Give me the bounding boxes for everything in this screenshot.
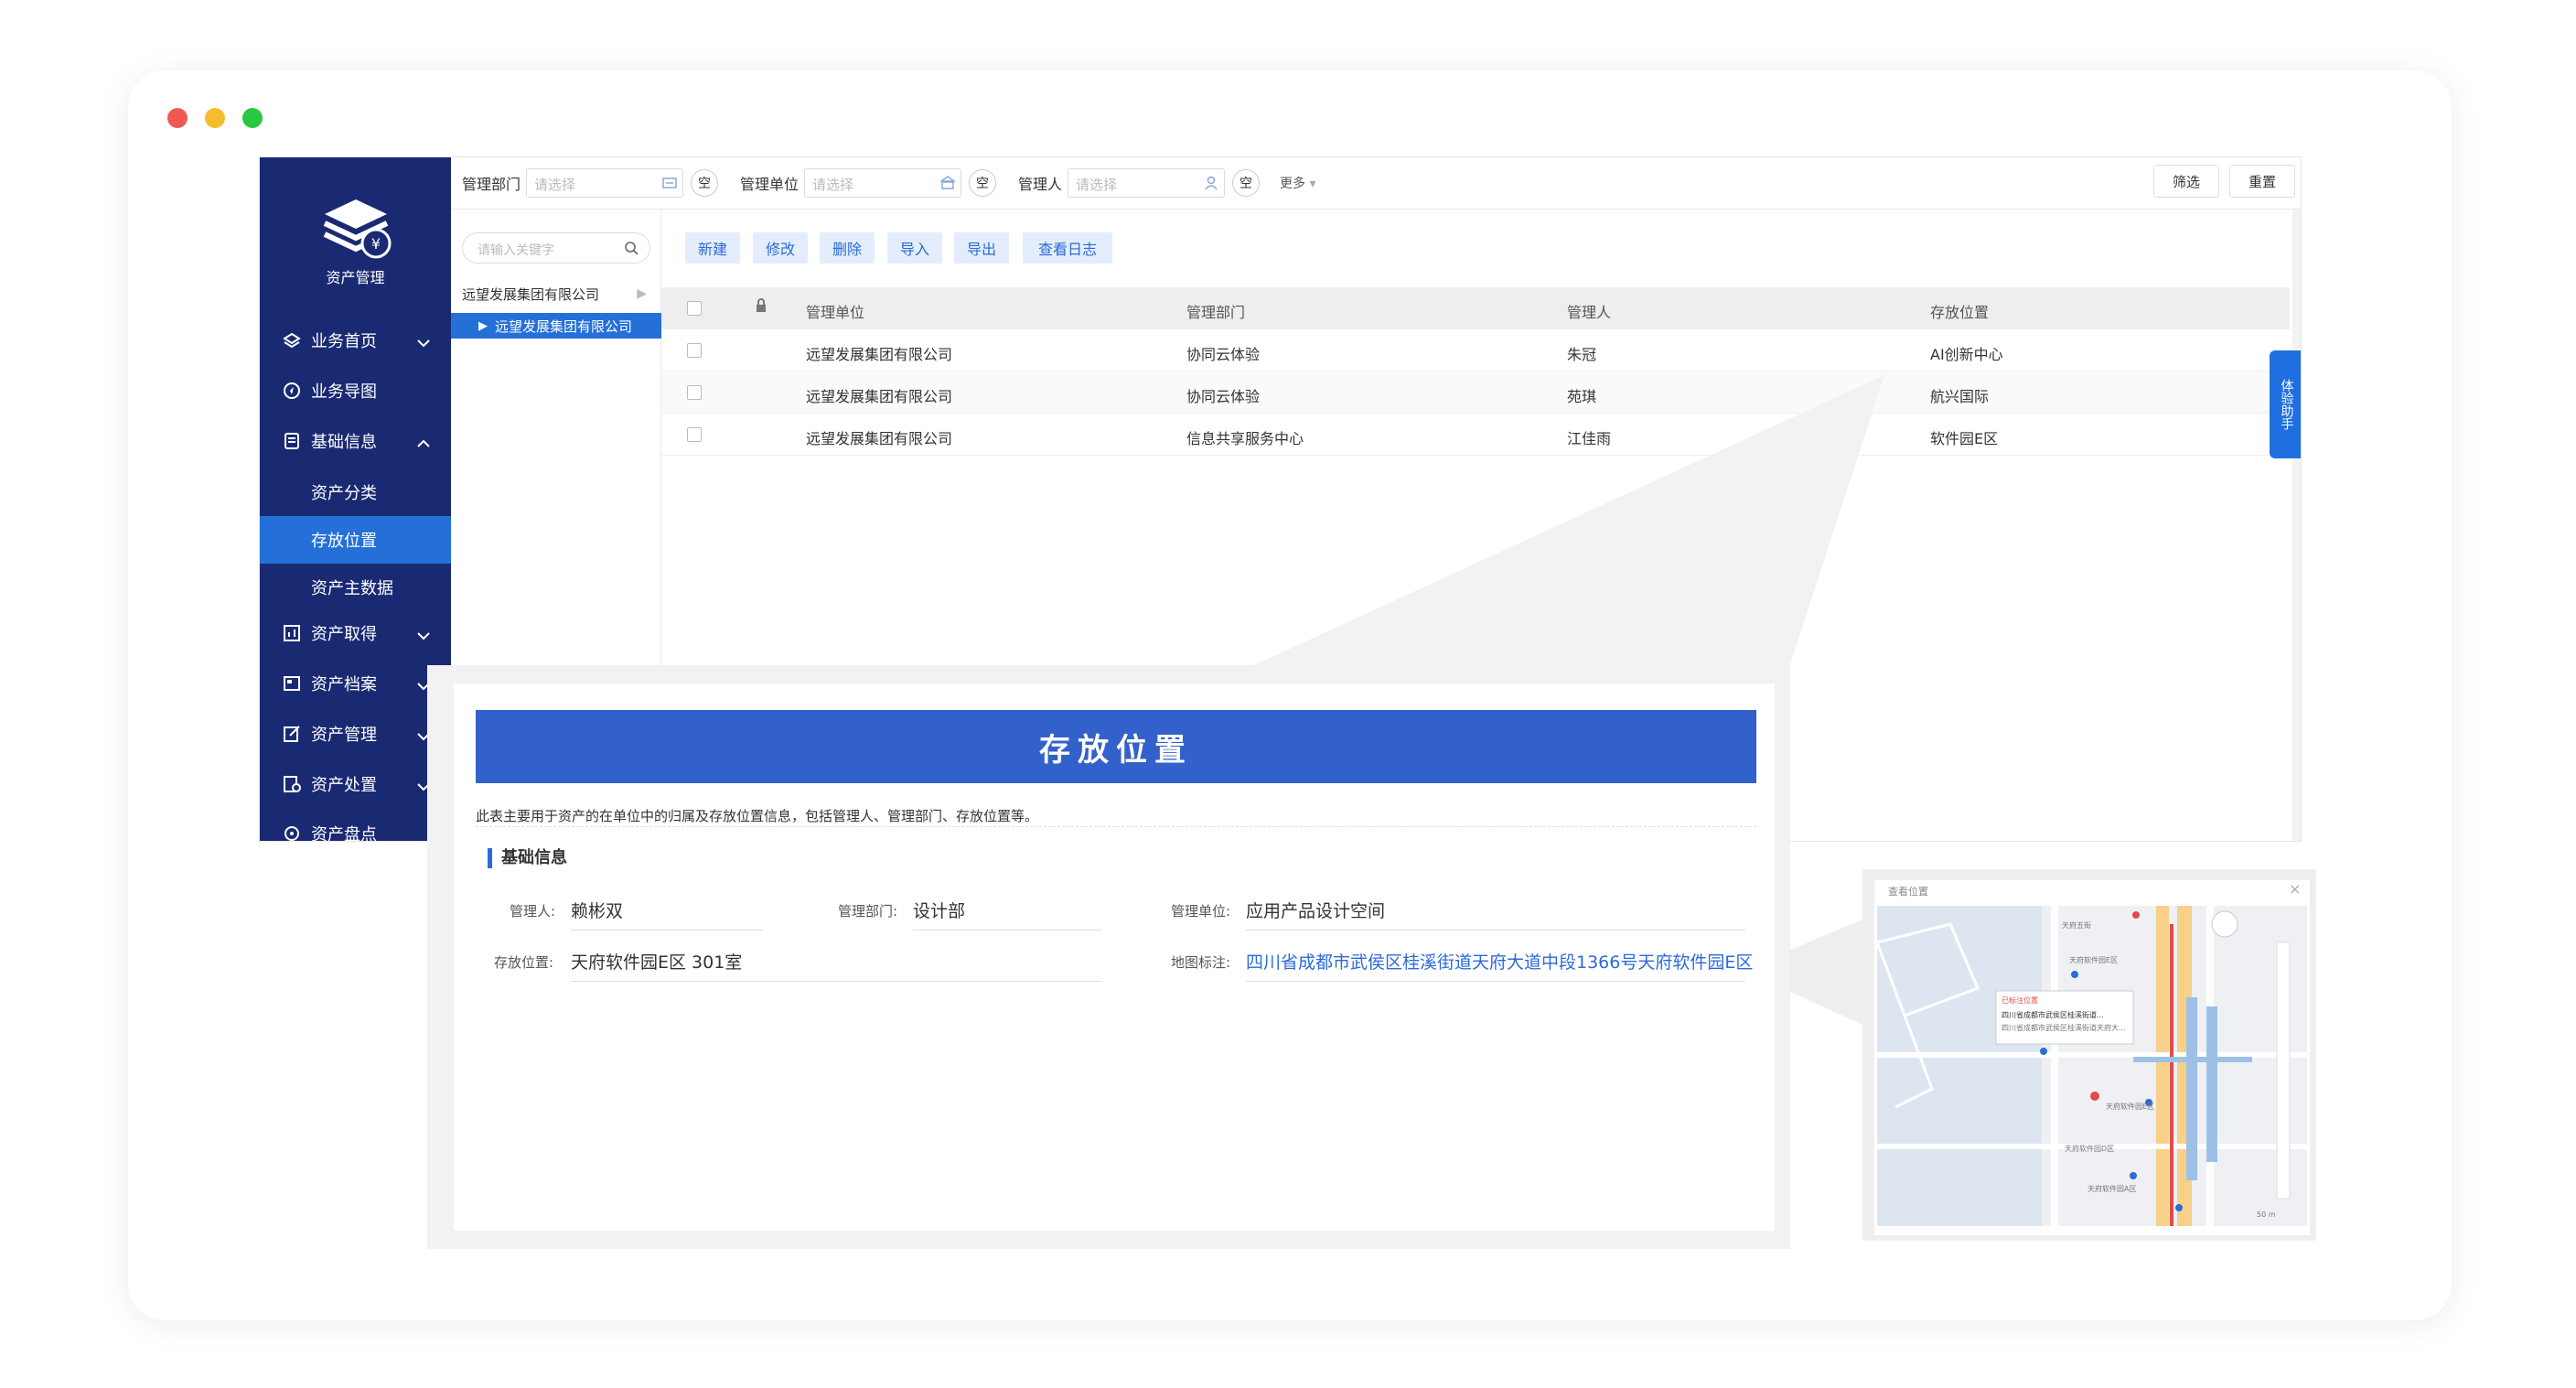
map-title: 查看位置 [1888,886,1928,898]
unit-label: 管理单位: [1171,903,1231,920]
unit-field[interactable]: 应用产品设计空间 [1246,898,1745,931]
dept-label: 管理部门: [838,903,898,920]
map-poi-label: 天府软件园D区 [2065,1144,2114,1153]
location-label: 存放位置: [494,954,554,971]
map-scale: 50 m [2257,1210,2276,1219]
dept-field[interactable]: 设计部 [913,898,1101,931]
map-poi-label: 天府软件园E区 [2106,1102,2154,1111]
map-poi-label: 天府软件园A区 [2088,1184,2136,1193]
map-label: 地图标注: [1171,954,1231,971]
section-title: 基础信息 [488,848,567,868]
close-icon[interactable]: × [2289,880,2301,898]
divider [476,826,1756,827]
map-poi-label: 天府五街 [2062,920,2091,930]
detail-title: 存放位置 [476,710,1756,783]
map-info-title: 已标注位置 [2002,995,2038,1005]
map-canvas[interactable]: 已标注位置 四川省成都市武侯区桂溪街道... 四川省成都市武侯区桂溪街道天府大.… [1877,906,2307,1226]
detail-description: 此表主要用于资产的在单位中的归属及存放位置信息，包括管理人、管理部门、存放位置等… [476,808,1039,824]
location-field[interactable]: 天府软件园E区 301室 [571,949,1101,982]
manager-field[interactable]: 赖彬双 [571,898,763,931]
map-address-link[interactable]: 四川省成都市武侯区桂溪街道天府大道中段1366号天府软件园E区 [1246,949,1753,982]
map-poi-label: 天府软件园E区 [2069,955,2118,964]
map-info-line2: 四川省成都市武侯区桂溪街道天府大... [2002,1023,2126,1032]
map-info-line1: 四川省成都市武侯区桂溪街道... [2002,1010,2104,1019]
manager-label: 管理人: [510,903,556,920]
